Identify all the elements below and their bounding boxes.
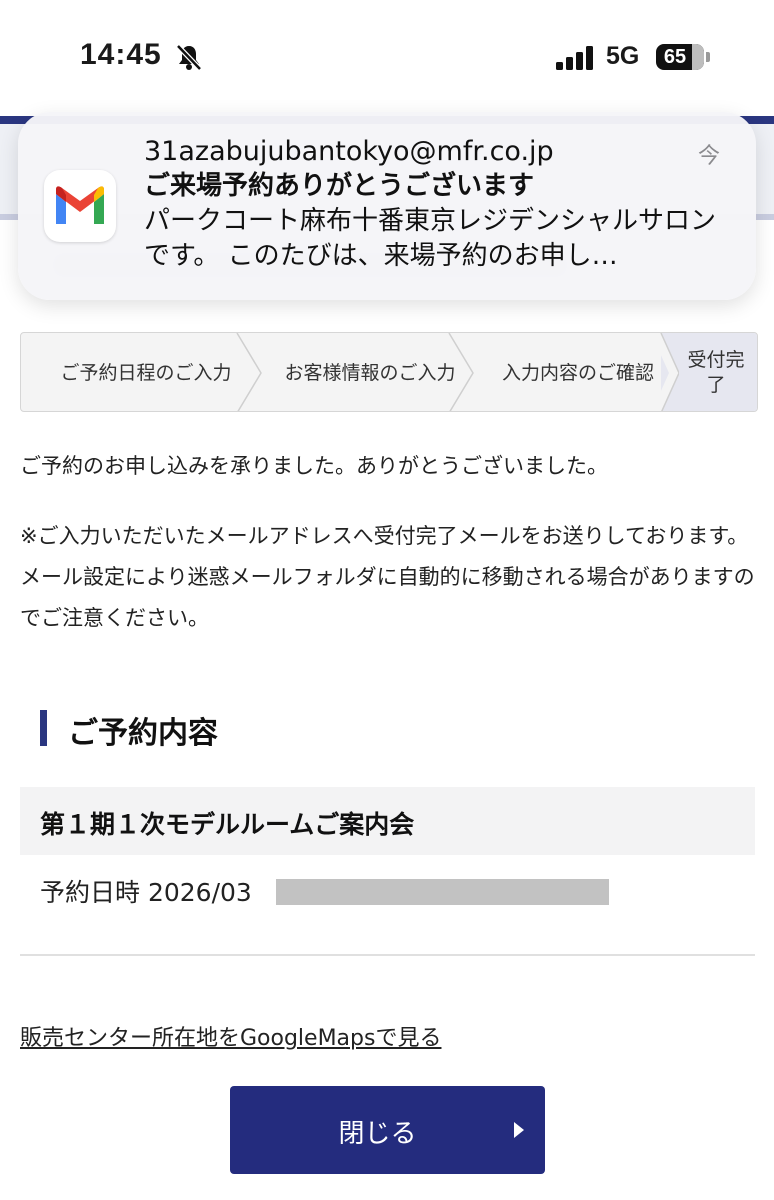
chevron-right-icon: [236, 333, 262, 411]
step-label: 入力内容のご確認: [501, 361, 654, 384]
close-button[interactable]: 閉じる: [230, 1086, 545, 1174]
battery-icon: 65: [656, 44, 704, 70]
status-bar: 14:45 5G 65: [0, 0, 774, 110]
close-button-label: 閉じる: [338, 1119, 417, 1149]
step-confirm: 入力内容のご確認: [473, 333, 673, 411]
notification-subject: ご来場予約ありがとうございます: [144, 171, 535, 201]
progress-stepper: ご予約日程のご入力 お客様情報のご入力 入力内容のご確認 受付完了: [20, 332, 758, 412]
step-label: お客様情報のご入力: [284, 361, 456, 384]
battery-tip: [706, 52, 710, 62]
email-notice: ※ご入力いただいたメールアドレスへ受付完了メールをお送りしております。 メール設…: [20, 516, 755, 639]
status-time: 14:45: [80, 38, 162, 71]
event-header: 第１期１次モデルルームご案内会: [20, 787, 755, 855]
chevron-right-icon: [448, 333, 474, 411]
section-title: ご予約内容: [68, 716, 218, 751]
google-maps-link[interactable]: 販売センター所在地をGoogleMapsで見る: [20, 1020, 441, 1052]
divider: [20, 954, 755, 956]
bell-muted-icon: [176, 44, 202, 71]
battery-level: 65: [663, 46, 687, 68]
chevron-right-icon: [651, 333, 679, 411]
cellular-signal-icon: [556, 46, 594, 70]
notification-time: 今: [698, 144, 721, 169]
step-customer-info: お客様情報のご入力: [261, 333, 471, 411]
notification-content: 31azabujubantokyo@mfr.co.jp ご来場予約ありがとうござ…: [144, 134, 724, 274]
email-notification[interactable]: 31azabujubantokyo@mfr.co.jp ご来場予約ありがとうござ…: [18, 112, 756, 300]
gmail-icon: [44, 170, 116, 242]
notification-preview: パークコート麻布十番東京レジデンシャルサロンです。 このたびは、来場予約のお申し…: [144, 206, 717, 271]
step-label: 受付完了: [687, 349, 745, 396]
notification-sender: 31azabujubantokyo@mfr.co.jp: [144, 136, 554, 167]
arrow-right-icon: [514, 1122, 524, 1138]
section-accent-bar: [40, 710, 47, 746]
completion-message: ご予約のお申し込みを承りました。ありがとうございました。: [20, 454, 608, 478]
network-type: 5G: [606, 42, 640, 70]
redacted-datetime: [276, 879, 609, 905]
event-name: 第１期１次モデルルームご案内会: [40, 810, 415, 839]
email-sent-notice: ※ご入力いただいたメールアドレスへ受付完了メールをお送りしております。: [20, 524, 749, 548]
step-label: ご予約日程のご入力: [60, 361, 232, 384]
step-schedule-input: ご予約日程のご入力: [21, 333, 251, 411]
reservation-datetime: 予約日時 2026/03: [40, 878, 252, 907]
spam-folder-notice: メール設定により迷惑メールフォルダに自動的に移動される場合がありますのでご注意く…: [20, 565, 755, 630]
